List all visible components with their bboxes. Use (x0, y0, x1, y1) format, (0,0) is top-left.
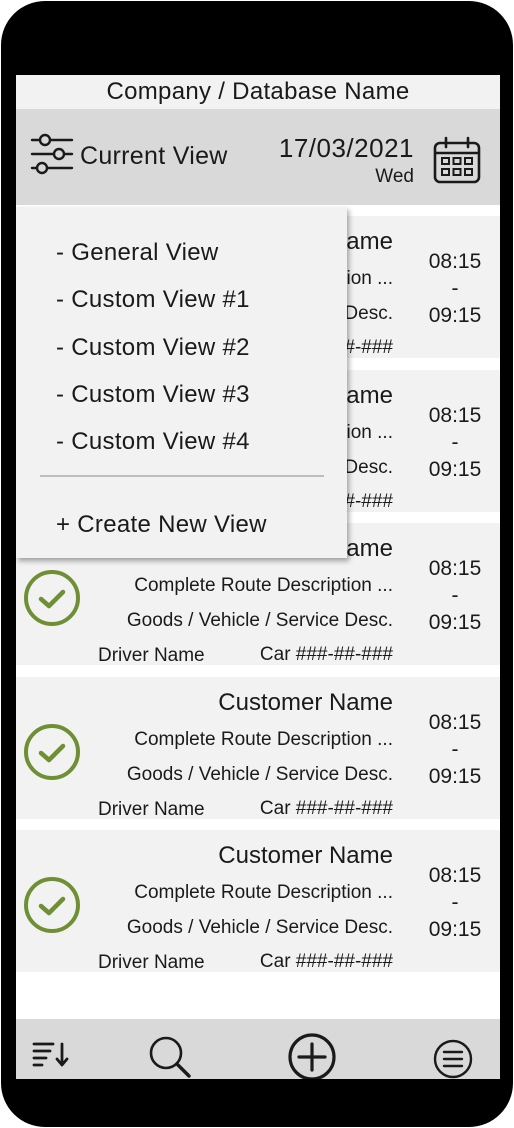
time-range: 08:15 - 09:15 (420, 709, 490, 790)
start-time: 08:15 (428, 864, 482, 887)
car-plate: Car ###-##-### (259, 644, 393, 665)
end-time: 09:15 (428, 765, 482, 788)
current-view-label: Current View (80, 141, 228, 170)
menu-item-custom-view-3[interactable]: - Custom View #3 (56, 381, 250, 409)
time-separator: - (451, 738, 459, 761)
sort-icon (32, 1042, 70, 1071)
goods-description: Goods / Vehicle / Service Desc. (126, 610, 393, 631)
driver-name: Driver Name (98, 952, 205, 973)
end-time: 09:15 (428, 304, 482, 327)
customer-name: Customer Name (218, 842, 393, 869)
goods-description: Goods / Vehicle / Service Desc. (126, 917, 393, 938)
plus-circle-icon (288, 1033, 336, 1079)
job-card[interactable]: Customer Name Complete Route Description… (16, 677, 500, 820)
time-range: 08:15 - 09:15 (420, 402, 490, 483)
route-description: Complete Route Description ... (134, 575, 393, 596)
search-icon (148, 1036, 192, 1079)
end-time: 09:15 (428, 918, 482, 941)
app-screen: Company / Database Name Current View 17/… (16, 75, 500, 1079)
title-bar: Company / Database Name (16, 75, 500, 109)
header: Current View 17/03/2021 Wed (16, 109, 500, 205)
calendar-button[interactable] (432, 135, 482, 190)
driver-name: Driver Name (98, 645, 205, 666)
date-text: 17/03/2021 (278, 133, 414, 163)
menu-circle-icon (433, 1039, 473, 1079)
end-time: 09:15 (428, 458, 482, 481)
car-plate: Car ###-##-### (259, 798, 393, 819)
check-circle-icon (22, 875, 82, 935)
bottom-toolbar (16, 1019, 500, 1079)
calendar-icon (432, 136, 482, 189)
check-circle-icon (22, 568, 82, 628)
menu-item-custom-view-1[interactable]: - Custom View #1 (56, 286, 250, 314)
route-description: Complete Route Description ... (134, 729, 393, 750)
job-card[interactable]: Customer Name Complete Route Description… (16, 830, 500, 973)
menu-item-custom-view-2[interactable]: - Custom View #2 (56, 334, 250, 362)
search-button[interactable] (148, 1035, 192, 1079)
time-separator: - (451, 584, 459, 607)
time-separator: - (451, 891, 459, 914)
view-dropdown-menu: - General View - Custom View #1 - Custom… (16, 207, 347, 558)
view-selector-button[interactable]: Current View (30, 131, 228, 181)
menu-divider (40, 475, 324, 477)
time-range: 08:15 - 09:15 (420, 862, 490, 943)
sliders-icon (30, 132, 74, 181)
route-description: Complete Route Description ... (134, 882, 393, 903)
menu-item-custom-view-4[interactable]: - Custom View #4 (56, 428, 250, 456)
menu-item-general-view[interactable]: - General View (56, 239, 219, 267)
date-display: 17/03/2021 Wed (279, 133, 414, 188)
menu-button[interactable] (433, 1039, 473, 1079)
start-time: 08:15 (428, 404, 482, 427)
check-circle-icon (22, 722, 82, 782)
phone-frame: Company / Database Name Current View 17/… (1, 1, 513, 1127)
weekday-text: Wed (375, 166, 414, 187)
goods-description: Goods / Vehicle / Service Desc. (126, 764, 393, 785)
customer-name: Customer Name (218, 689, 393, 716)
end-time: 09:15 (428, 611, 482, 634)
car-plate: Car ###-##-### (259, 951, 393, 972)
time-separator: - (451, 277, 459, 300)
driver-name: Driver Name (98, 799, 205, 820)
company-database-name: Company / Database Name (106, 78, 410, 105)
start-time: 08:15 (428, 557, 482, 580)
time-separator: - (451, 431, 459, 454)
time-range: 08:15 - 09:15 (420, 248, 490, 329)
time-range: 08:15 - 09:15 (420, 555, 490, 636)
add-job-button[interactable] (288, 1033, 336, 1079)
sort-button[interactable] (32, 1041, 70, 1072)
start-time: 08:15 (428, 711, 482, 734)
create-new-view-button[interactable]: + Create New View (56, 511, 267, 539)
start-time: 08:15 (428, 250, 482, 273)
